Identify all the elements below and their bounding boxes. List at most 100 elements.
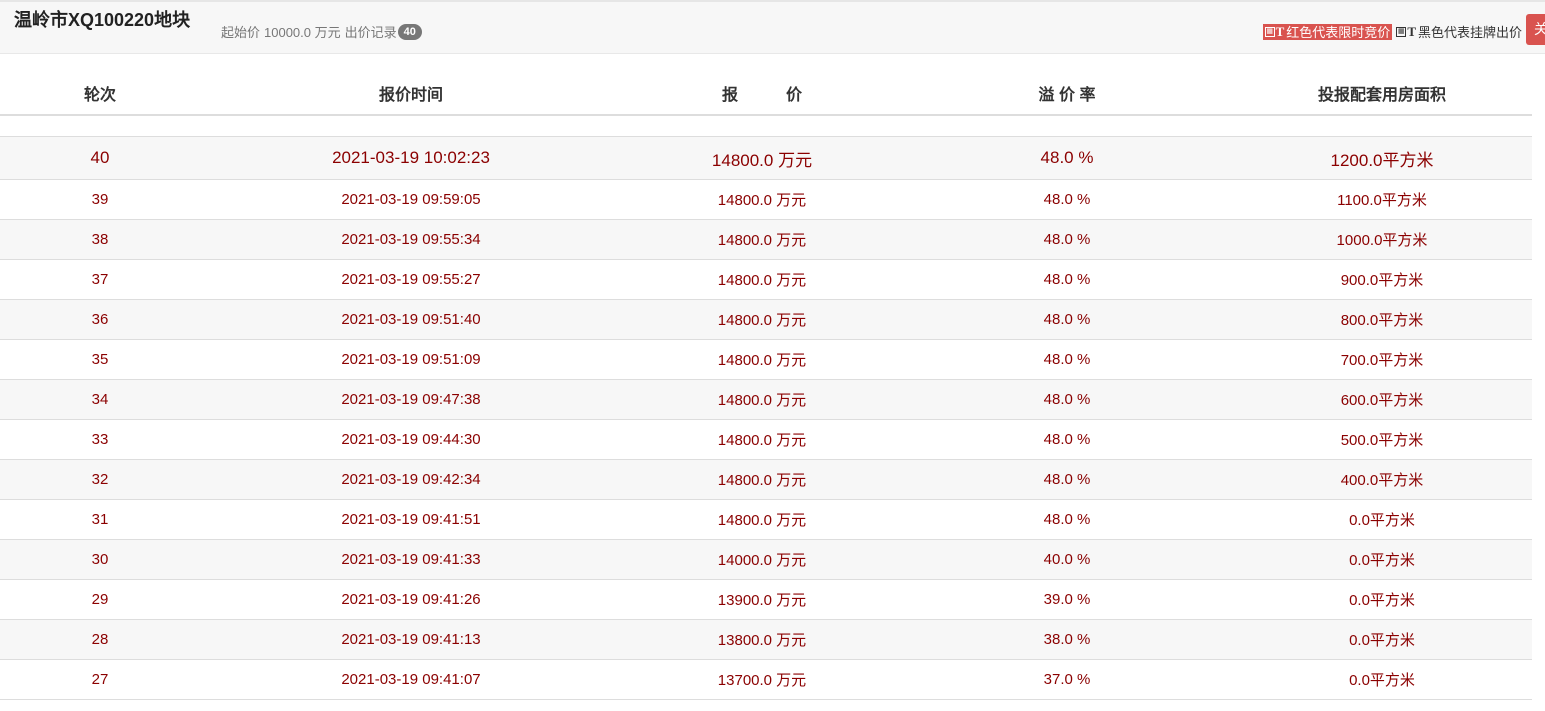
col-header-area: 投报配套用房面积: [1232, 72, 1532, 116]
area-cell: 1200.0平方米: [1232, 136, 1532, 180]
price-cell: 14800.0 万元: [622, 499, 902, 540]
table-row: 33 2021-03-19 09:44:30 14800.0 万元 48.0 % 500…: [0, 419, 1532, 460]
time-cell: 2021-03-19 10:02:23: [200, 136, 622, 180]
price-cell: 14800.0 万元: [622, 339, 902, 380]
spacer-row: [0, 115, 1532, 137]
round-cell: 39: [0, 179, 200, 220]
time-cell: 2021-03-19 09:55:34: [200, 219, 622, 260]
bid-count-badge: 40: [397, 23, 422, 40]
area-cell: 0.0平方米: [1232, 579, 1532, 620]
time-cell: 2021-03-19 09:42:34: [200, 459, 622, 500]
area-cell: 800.0平方米: [1232, 299, 1532, 340]
round-cell: 36: [0, 299, 200, 340]
area-cell: 900.0平方米: [1232, 259, 1532, 300]
table-row: 39 2021-03-19 09:59:05 14800.0 万元 48.0 % 110…: [0, 179, 1532, 220]
price-cell: 13900.0 万元: [622, 579, 902, 620]
round-cell: 31: [0, 499, 200, 540]
area-cell: 700.0平方米: [1232, 339, 1532, 380]
col-header-premium: 溢 价 率: [902, 72, 1232, 116]
area-cell: 0.0平方米: [1232, 619, 1532, 660]
price-cell: 14800.0 万元: [622, 136, 902, 180]
close-button[interactable]: 关: [1526, 14, 1545, 45]
area-cell: 400.0平方米: [1232, 459, 1532, 500]
time-cell: 2021-03-19 09:55:27: [200, 259, 622, 300]
table-row: 31 2021-03-19 09:41:51 14800.0 万元 48.0 % 0.0…: [0, 499, 1532, 540]
round-cell: 33: [0, 419, 200, 460]
start-price-value: 10000.0 万元: [264, 25, 341, 40]
area-cell: 1100.0平方米: [1232, 179, 1532, 220]
time-cell: 2021-03-19 09:41:33: [200, 539, 622, 580]
time-cell: 2021-03-19 09:41:07: [200, 659, 622, 700]
round-cell: 37: [0, 259, 200, 300]
legend: ▦ T 红色代表限时竞价 ▦ T 黑色代表挂牌出价: [1262, 22, 1522, 41]
premium-cell: 48.0 %: [902, 179, 1232, 220]
time-cell: 2021-03-19 09:47:38: [200, 379, 622, 420]
price-info: 起始价 10000.0 万元 出价记录 40: [221, 22, 422, 41]
price-cell: 14800.0 万元: [622, 219, 902, 260]
round-cell: 35: [0, 339, 200, 380]
legend-red-text: 红色代表限时竞价: [1286, 25, 1391, 40]
timer-icon: ▦: [1396, 26, 1407, 37]
col-header-time: 报价时间: [200, 72, 622, 116]
legend-black-text: 黑色代表挂牌出价: [1417, 25, 1522, 40]
price-cell: 14800.0 万元: [622, 419, 902, 460]
start-price-label: 起始价: [221, 25, 261, 40]
premium-cell: 48.0 %: [902, 219, 1232, 260]
time-cell: 2021-03-19 09:51:09: [200, 339, 622, 380]
table-row: 34 2021-03-19 09:47:38 14800.0 万元 48.0 % 600…: [0, 379, 1532, 420]
premium-cell: 40.0 %: [902, 539, 1232, 580]
col-header-price: 报 价: [622, 72, 902, 116]
price-cell: 14800.0 万元: [622, 299, 902, 340]
t-icon: T: [1407, 23, 1416, 39]
table-row: 27 2021-03-19 09:41:07 13700.0 万元 37.0 % 0.0…: [0, 659, 1532, 700]
table-header-row: 轮次 报价时间 报 价 溢 价 率 投报配套用房面积: [0, 72, 1532, 116]
price-cell: 13800.0 万元: [622, 619, 902, 660]
page-title: 温岭市XQ100220地块: [14, 10, 191, 30]
price-cell: 14800.0 万元: [622, 459, 902, 500]
premium-cell: 48.0 %: [902, 339, 1232, 380]
auction-header: 温岭市XQ100220地块 起始价 10000.0 万元 出价记录 40 ▦ T…: [0, 0, 1545, 54]
round-cell: 30: [0, 539, 200, 580]
bid-record-table: 轮次 报价时间 报 价 溢 价 率 投报配套用房面积 40 2021-03-19 …: [0, 72, 1532, 700]
round-cell: 40: [0, 136, 200, 180]
table-row: 37 2021-03-19 09:55:27 14800.0 万元 48.0 % 900…: [0, 259, 1532, 300]
premium-cell: 48.0 %: [902, 499, 1232, 540]
time-cell: 2021-03-19 09:59:05: [200, 179, 622, 220]
table-row: 38 2021-03-19 09:55:34 14800.0 万元 48.0 % 100…: [0, 219, 1532, 260]
time-cell: 2021-03-19 09:41:13: [200, 619, 622, 660]
area-cell: 500.0平方米: [1232, 419, 1532, 460]
price-cell: 14800.0 万元: [622, 259, 902, 300]
premium-cell: 48.0 %: [902, 379, 1232, 420]
round-cell: 32: [0, 459, 200, 500]
price-cell: 14000.0 万元: [622, 539, 902, 580]
area-cell: 1000.0平方米: [1232, 219, 1532, 260]
premium-cell: 48.0 %: [902, 459, 1232, 500]
premium-cell: 38.0 %: [902, 619, 1232, 660]
legend-red: ▦ T 红色代表限时竞价: [1262, 23, 1393, 40]
price-cell: 13700.0 万元: [622, 659, 902, 700]
col-header-round: 轮次: [0, 72, 200, 116]
table-row: 40 2021-03-19 10:02:23 14800.0 万元 48.0 % 120…: [0, 136, 1532, 180]
premium-cell: 37.0 %: [902, 659, 1232, 700]
table-row: 28 2021-03-19 09:41:13 13800.0 万元 38.0 % 0.0…: [0, 619, 1532, 660]
premium-cell: 48.0 %: [902, 419, 1232, 460]
premium-cell: 39.0 %: [902, 579, 1232, 620]
legend-black: ▦ T 黑色代表挂牌出价: [1396, 22, 1522, 41]
premium-cell: 48.0 %: [902, 136, 1232, 180]
round-cell: 34: [0, 379, 200, 420]
table-row: 35 2021-03-19 09:51:09 14800.0 万元 48.0 % 700…: [0, 339, 1532, 380]
t-icon: T: [1275, 23, 1285, 39]
bid-record-label: 出价记录: [344, 25, 397, 40]
premium-cell: 48.0 %: [902, 259, 1232, 300]
price-cell: 14800.0 万元: [622, 179, 902, 220]
table-row: 29 2021-03-19 09:41:26 13900.0 万元 39.0 % 0.0…: [0, 579, 1532, 620]
time-cell: 2021-03-19 09:44:30: [200, 419, 622, 460]
table-row: 30 2021-03-19 09:41:33 14000.0 万元 40.0 % 0.0…: [0, 539, 1532, 580]
round-cell: 28: [0, 619, 200, 660]
price-cell: 14800.0 万元: [622, 379, 902, 420]
area-cell: 0.0平方米: [1232, 659, 1532, 700]
round-cell: 38: [0, 219, 200, 260]
premium-cell: 48.0 %: [902, 299, 1232, 340]
timer-icon: ▦: [1264, 26, 1275, 37]
area-cell: 600.0平方米: [1232, 379, 1532, 420]
